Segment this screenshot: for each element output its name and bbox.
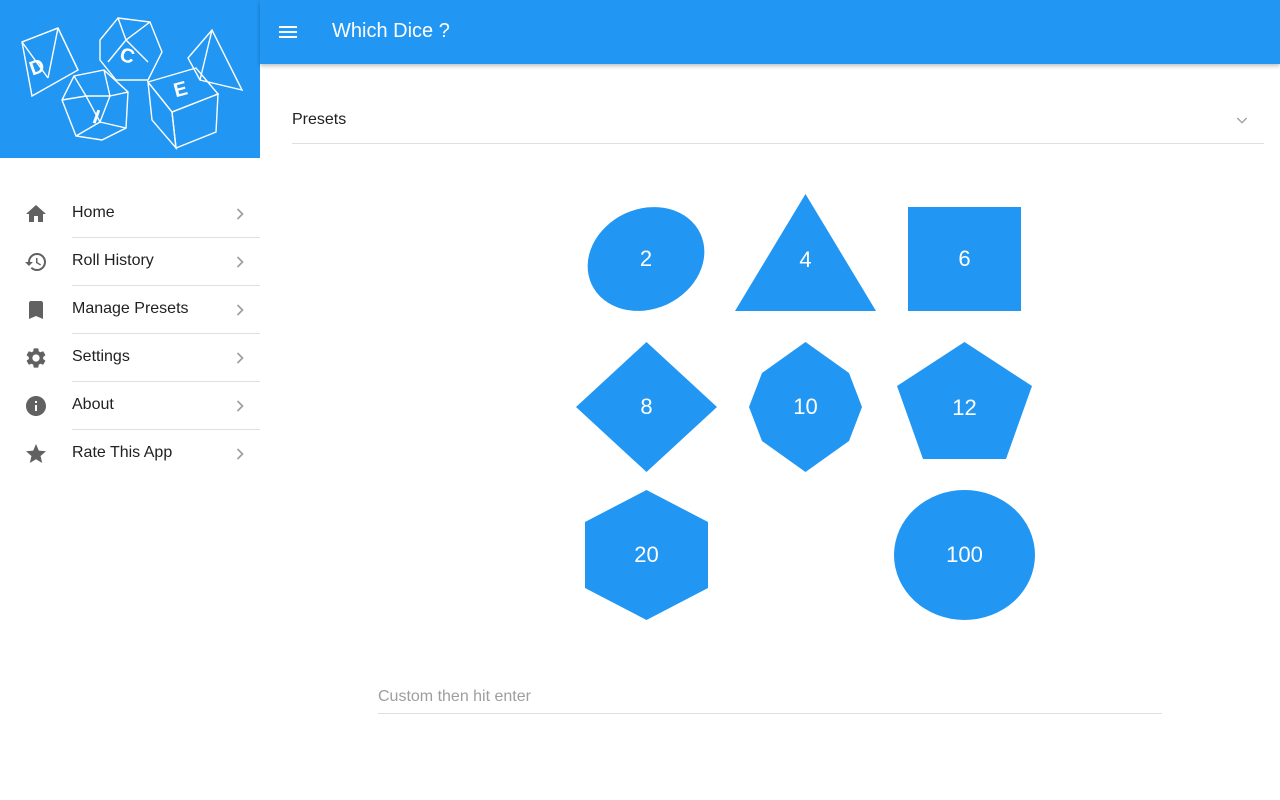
app-title: Which Dice ? — [332, 20, 450, 42]
sidebar-item-home[interactable]: Home — [0, 190, 260, 238]
die-d8-button[interactable]: 8 — [576, 342, 717, 472]
die-value: 2 — [639, 246, 653, 271]
svg-text:E: E — [171, 77, 190, 102]
chevron-right-icon — [236, 352, 244, 364]
die-value: 20 — [634, 542, 659, 567]
chevron-down-icon — [1236, 117, 1248, 124]
die-d4-button[interactable]: 4 — [735, 194, 876, 311]
logo-letters: D I C E — [27, 44, 190, 129]
sidebar-item-label: About — [72, 396, 114, 413]
sidebar-item-label: Settings — [72, 348, 130, 365]
die-value: 4 — [799, 246, 812, 272]
sidebar-item-label: Home — [72, 204, 115, 221]
presets-select-label: Presets — [292, 111, 347, 128]
sidebar: D I C E Home Roll History Manage Presets — [0, 0, 260, 800]
svg-text:D: D — [27, 55, 48, 81]
die-d12-button[interactable]: 12 — [897, 342, 1032, 459]
sidebar-item-label: Rate This App — [72, 444, 173, 461]
sidebar-item-rate-this-app[interactable]: Rate This App — [0, 430, 260, 478]
custom-dice-input[interactable] — [378, 680, 1162, 714]
die-value: 100 — [946, 542, 983, 567]
die-d20-button[interactable]: 20 — [585, 490, 708, 620]
die-value: 12 — [952, 394, 977, 420]
svg-text:I: I — [90, 106, 103, 129]
svg-text:C: C — [117, 44, 137, 69]
die-value: 10 — [793, 394, 818, 419]
die-d2-button[interactable]: 2 — [586, 204, 706, 314]
die-d6-button[interactable]: 6 — [908, 207, 1021, 311]
chevron-right-icon — [236, 256, 244, 268]
sidebar-item-roll-history[interactable]: Roll History — [0, 238, 260, 286]
chevron-right-icon — [236, 400, 244, 412]
sidebar-item-label: Manage Presets — [72, 300, 189, 317]
die-value: 8 — [640, 394, 653, 419]
home-icon — [26, 205, 46, 222]
info-icon — [26, 396, 46, 416]
chevron-right-icon — [236, 208, 244, 220]
history-icon — [25, 253, 46, 271]
menu-icon[interactable] — [276, 20, 300, 44]
sidebar-item-settings[interactable]: Settings — [0, 334, 260, 382]
bookmark-icon — [29, 301, 43, 319]
die-value: 6 — [958, 246, 971, 271]
die-d100-button[interactable]: 100 — [894, 490, 1035, 620]
sidebar-item-about[interactable]: About — [0, 382, 260, 430]
app-logo: D I C E — [0, 0, 260, 158]
sidebar-nav: Home Roll History Manage Presets Setting… — [0, 190, 260, 478]
gear-icon — [26, 348, 46, 368]
presets-select[interactable]: Presets — [292, 96, 1264, 144]
chevron-right-icon — [236, 448, 244, 460]
chevron-right-icon — [236, 304, 244, 316]
app-toolbar: Which Dice ? — [260, 0, 1280, 64]
die-d10-button[interactable]: 10 — [749, 342, 862, 472]
sidebar-item-manage-presets[interactable]: Manage Presets — [0, 286, 260, 334]
star-icon — [26, 444, 46, 463]
sidebar-item-label: Roll History — [72, 252, 154, 269]
